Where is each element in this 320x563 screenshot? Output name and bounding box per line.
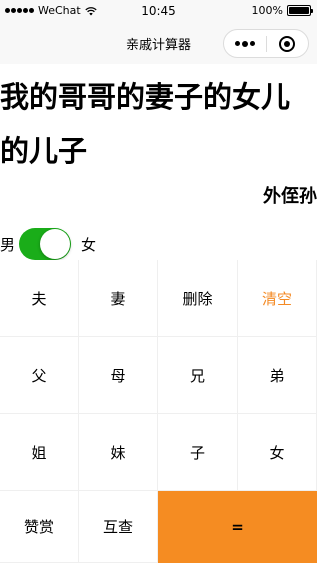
relation-expression: 我的哥哥的妻子的女儿的儿子 [0, 80, 291, 168]
key-mother[interactable]: 母 [79, 337, 158, 414]
key-wife[interactable]: 妻 [79, 260, 158, 337]
keypad: 夫 妻 删除 清空 父 母 兄 弟 姐 妹 子 女 赞赏 互查 = [0, 260, 317, 563]
key-daughter[interactable]: 女 [238, 414, 317, 491]
gender-switch-row: 男 女 [0, 228, 96, 260]
battery-percent: 100% [251, 4, 283, 17]
key-elder-sister[interactable]: 姐 [0, 414, 79, 491]
battery-icon [287, 5, 313, 16]
key-younger-sister[interactable]: 妹 [79, 414, 158, 491]
relation-result: 外侄孙 [263, 186, 317, 207]
key-younger-brother[interactable]: 弟 [238, 337, 317, 414]
key-husband[interactable]: 夫 [0, 260, 79, 337]
toggle-knob [40, 229, 71, 259]
key-father[interactable]: 父 [0, 337, 79, 414]
key-mutual-check[interactable]: 互查 [79, 491, 158, 563]
nav-bar: 亲戚计算器 [0, 22, 317, 64]
status-bar: WeChat 10:45 100% [0, 0, 317, 22]
key-delete[interactable]: 删除 [158, 260, 238, 337]
key-son[interactable]: 子 [158, 414, 238, 491]
key-clear[interactable]: 清空 [238, 260, 317, 337]
gender-toggle[interactable] [19, 228, 72, 260]
male-label: 男 [0, 235, 16, 254]
key-appreciate[interactable]: 赞赏 [0, 491, 79, 563]
mini-program-capsule [223, 29, 309, 58]
more-dots-icon [234, 41, 240, 46]
close-button[interactable] [266, 30, 308, 57]
key-equals[interactable]: = [158, 491, 317, 563]
more-button[interactable] [224, 30, 266, 57]
female-label: 女 [81, 235, 97, 254]
close-ring-icon [279, 35, 296, 52]
status-right: 100% [251, 4, 313, 17]
key-elder-brother[interactable]: 兄 [158, 337, 238, 414]
